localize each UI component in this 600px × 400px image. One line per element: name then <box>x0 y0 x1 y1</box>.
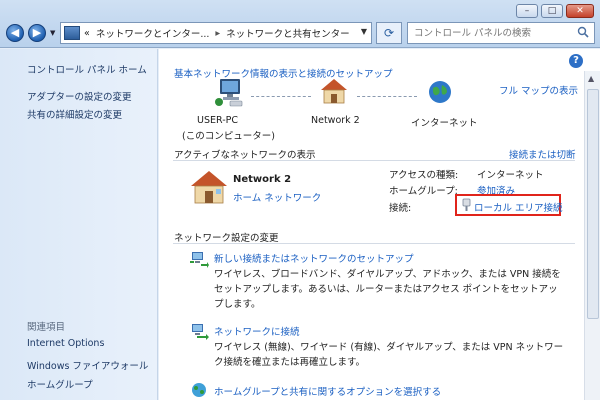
computer-name: USER-PC <box>197 115 238 126</box>
back-button[interactable]: ◀ <box>6 24 24 42</box>
search-icon[interactable] <box>577 26 589 38</box>
see-also-heading: 関連項目 <box>27 322 66 333</box>
access-type-label: アクセスの種類: <box>389 170 459 181</box>
setup-new-connection-link[interactable]: 新しい接続またはネットワークのセットアップ <box>214 251 414 265</box>
home-network-icon <box>321 79 347 104</box>
computer-subtitle: (このコンピューター) <box>182 131 275 142</box>
sidebar-home-link[interactable]: コントロール パネル ホーム <box>27 62 147 76</box>
setup-new-connection-description: ワイヤレス、ブロードバンド、ダイヤルアップ、アドホック、または VPN 接続をセ… <box>214 269 561 310</box>
connect-network-icon <box>192 324 209 340</box>
connect-disconnect-link[interactable]: 接続または切断 <box>509 147 576 161</box>
sidebar: コントロール パネル ホーム アダプターの設定の変更 共有の詳細設定の変更 関連… <box>0 49 158 400</box>
address-dropdown-icon[interactable]: ▼ <box>361 27 367 36</box>
sidebar-firewall-link[interactable]: Windows ファイアウォール <box>27 358 148 372</box>
breadcrumb-separator[interactable]: ▸ <box>215 28 220 39</box>
title-bar: – □ ✕ ◀ ▶ ▼ « ネットワークとインター... ▸ ネットワークと共有… <box>0 0 600 48</box>
active-networks-heading: アクティブなネットワークの表示 <box>174 150 316 161</box>
section-divider <box>173 243 575 244</box>
active-network-name: Network 2 <box>233 174 292 185</box>
map-connector-pc-network <box>251 96 311 97</box>
search-box[interactable] <box>407 22 595 44</box>
vertical-scrollbar[interactable]: ▲ <box>584 71 600 400</box>
full-map-link[interactable]: フル マップの表示 <box>499 83 578 97</box>
page-title-link[interactable]: 基本ネットワーク情報の表示と接続のセットアップ <box>174 66 393 80</box>
forward-button[interactable]: ▶ <box>28 24 46 42</box>
homegroup-sharing-icon <box>192 383 206 397</box>
sidebar-advanced-sharing-link[interactable]: 共有の詳細設定の変更 <box>27 107 122 121</box>
computer-icon <box>215 79 243 107</box>
map-network-name: Network 2 <box>311 115 360 126</box>
network-house-icon <box>191 171 227 204</box>
ethernet-plug-icon <box>462 198 471 211</box>
map-internet-label: インターネット <box>411 118 478 129</box>
connection-label: 接続: <box>389 203 412 214</box>
access-type-value: インターネット <box>477 170 544 181</box>
breadcrumb-overflow[interactable]: « <box>84 28 90 39</box>
sidebar-adapter-settings-link[interactable]: アダプターの設定の変更 <box>27 89 132 103</box>
recent-pages-dropdown[interactable]: ▼ <box>50 29 58 37</box>
internet-globe-icon <box>429 81 451 103</box>
scroll-up-icon[interactable]: ▲ <box>588 74 594 83</box>
new-connection-icon <box>190 252 209 268</box>
section-divider <box>173 160 575 161</box>
breadcrumb-network-sharing-center[interactable]: ネットワークと共有センター <box>226 26 350 40</box>
refresh-button[interactable]: ⟳ <box>376 22 402 44</box>
change-settings-heading: ネットワーク設定の変更 <box>174 233 279 244</box>
control-panel-icon <box>64 26 80 40</box>
close-button[interactable]: ✕ <box>566 4 594 18</box>
local-area-connection-link[interactable]: ローカル エリア接続 <box>474 200 563 214</box>
address-bar[interactable]: « ネットワークとインター... ▸ ネットワークと共有センター ▼ <box>60 22 372 44</box>
help-icon[interactable]: ? <box>569 54 583 68</box>
sidebar-homegroup-link[interactable]: ホームグループ <box>27 377 93 391</box>
homegroup-label: ホームグループ: <box>389 186 458 197</box>
connect-to-network-link[interactable]: ネットワークに接続 <box>214 324 300 338</box>
scrollbar-thumb[interactable] <box>587 89 599 319</box>
sidebar-internet-options-link[interactable]: Internet Options <box>27 338 104 349</box>
network-type-link[interactable]: ホーム ネットワーク <box>233 190 321 204</box>
map-connector-network-internet <box>357 96 417 97</box>
homegroup-sharing-options-link[interactable]: ホームグループと共有に関するオプションを選択する <box>214 384 441 398</box>
main-panel: ? ▲ 基本ネットワーク情報の表示と接続のセットアップ フル マップの表示 US… <box>159 49 600 400</box>
breadcrumb-network-internet[interactable]: ネットワークとインター... <box>96 26 210 40</box>
maximize-button[interactable]: □ <box>541 4 563 18</box>
connect-to-network-description: ワイヤレス (無線)、ワイヤード (有線)、ダイヤルアップ、または VPN ネッ… <box>214 342 564 368</box>
minimize-button[interactable]: – <box>516 4 538 18</box>
search-input[interactable] <box>408 23 568 43</box>
